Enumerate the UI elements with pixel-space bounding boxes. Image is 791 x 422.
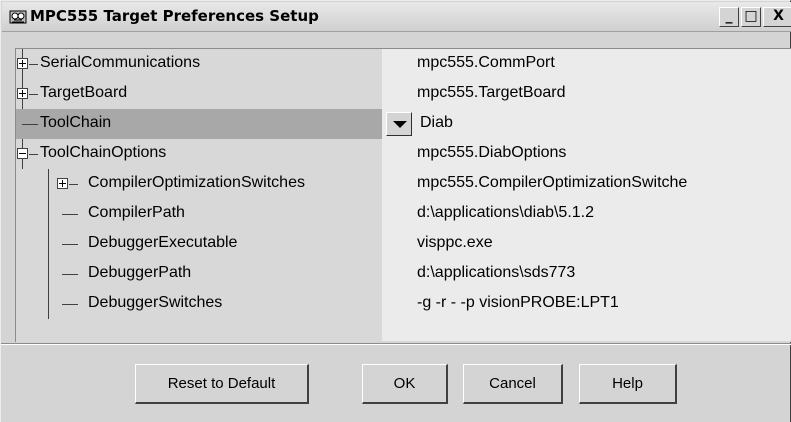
tree-connector — [62, 304, 78, 305]
row-label: DebuggerSwitches — [88, 294, 223, 311]
tree-row-debuggerswitches[interactable]: DebuggerSwitches -g -r - -p visionPROBE:… — [16, 289, 791, 319]
row-name-cell: ToolChainOptions — [16, 139, 382, 169]
tree-row-toolchain[interactable]: ToolChain Diab — [16, 109, 791, 139]
window-title: MPC555 Target Preferences Setup — [30, 7, 319, 25]
row-name-cell: CompilerPath — [16, 199, 382, 229]
cancel-button[interactable]: Cancel — [463, 364, 563, 404]
row-value-cell[interactable]: mpc555.DiabOptions — [382, 139, 791, 169]
tree-connector — [69, 184, 78, 185]
row-value-cell[interactable]: mpc555.CommPort — [382, 49, 791, 79]
row-value: -g -r - -p visionPROBE:LPT1 — [417, 294, 619, 311]
help-button[interactable]: Help — [579, 364, 677, 404]
preferences-dialog: MPC555 Target Preferences Setup _ □ X Se… — [0, 0, 791, 422]
row-label: ToolChainOptions — [40, 144, 167, 161]
row-value-cell[interactable]: d:\applications\sds773 — [382, 259, 791, 289]
tree-connector — [29, 64, 38, 65]
tree-connector — [62, 274, 78, 275]
close-button[interactable]: X — [763, 7, 791, 27]
maximize-button[interactable]: □ — [741, 7, 761, 27]
tree-row-debuggerpath[interactable]: DebuggerPath d:\applications\sds773 — [16, 259, 791, 289]
row-value-cell[interactable]: mpc555.TargetBoard — [382, 79, 791, 109]
property-tree: SerialCommunications mpc555.CommPort Tar… — [15, 48, 791, 342]
row-value: mpc555.TargetBoard — [417, 84, 566, 101]
row-label: DebuggerExecutable — [88, 234, 238, 251]
row-value: d:\applications\sds773 — [417, 264, 576, 281]
toolchain-combo[interactable]: Diab — [382, 109, 791, 139]
row-value: mpc555.CompilerOptimizationSwitche — [417, 174, 688, 191]
tree-row-compileroptimizationswitches[interactable]: CompilerOptimizationSwitches mpc555.Comp… — [16, 169, 791, 199]
row-label: CompilerOptimizationSwitches — [88, 174, 305, 191]
row-value-cell[interactable]: d:\applications\diab\5.1.2 — [382, 199, 791, 229]
row-value-cell[interactable]: mpc555.CompilerOptimizationSwitche — [382, 169, 791, 199]
reset-to-default-button[interactable]: Reset to Default — [135, 364, 309, 404]
tree-connector — [62, 244, 78, 245]
row-label: TargetBoard — [40, 84, 128, 101]
row-name-cell: ToolChain — [16, 109, 382, 139]
expand-icon[interactable] — [17, 58, 28, 69]
expand-icon[interactable] — [17, 88, 28, 99]
row-name-cell: DebuggerSwitches — [16, 289, 382, 319]
minimize-button[interactable]: _ — [719, 7, 739, 27]
tree-row-compilerpath[interactable]: CompilerPath d:\applications\diab\5.1.2 — [16, 199, 791, 229]
tree-connector — [62, 214, 78, 215]
row-value: visppc.exe — [417, 234, 493, 251]
expand-icon[interactable] — [57, 178, 68, 189]
chevron-down-icon[interactable] — [386, 112, 412, 136]
row-label: DebuggerPath — [88, 264, 192, 281]
row-name-cell: DebuggerPath — [16, 259, 382, 289]
row-value-cell[interactable]: -g -r - -p visionPROBE:LPT1 — [382, 289, 791, 319]
row-name-cell: CompilerOptimizationSwitches — [16, 169, 382, 199]
row-value: mpc555.CommPort — [417, 54, 555, 71]
row-name-cell: DebuggerExecutable — [16, 229, 382, 259]
tree-row-serialcommunications[interactable]: SerialCommunications mpc555.CommPort — [16, 49, 791, 79]
tree-row-targetboard[interactable]: TargetBoard mpc555.TargetBoard — [16, 79, 791, 109]
row-value-cell[interactable]: visppc.exe — [382, 229, 791, 259]
row-name-cell: SerialCommunications — [16, 49, 382, 79]
row-value: d:\applications\diab\5.1.2 — [417, 204, 595, 221]
divider — [1, 343, 791, 345]
row-label: CompilerPath — [88, 204, 185, 221]
app-icon — [9, 10, 27, 24]
title-bar[interactable]: MPC555 Target Preferences Setup _ □ X — [2, 2, 791, 32]
tree-connector — [29, 154, 38, 155]
row-value: mpc555.DiabOptions — [417, 144, 567, 161]
row-value: Diab — [420, 114, 453, 131]
row-label: ToolChain — [40, 114, 112, 131]
ok-button[interactable]: OK — [362, 364, 448, 404]
tree-row-debuggerexecutable[interactable]: DebuggerExecutable visppc.exe — [16, 229, 791, 259]
row-name-cell: TargetBoard — [16, 79, 382, 109]
tree-connector — [29, 94, 38, 95]
tree-connector — [22, 124, 38, 125]
tree-row-toolchainoptions[interactable]: ToolChainOptions mpc555.DiabOptions — [16, 139, 791, 169]
row-label: SerialCommunications — [40, 54, 201, 71]
collapse-icon[interactable] — [17, 148, 28, 159]
